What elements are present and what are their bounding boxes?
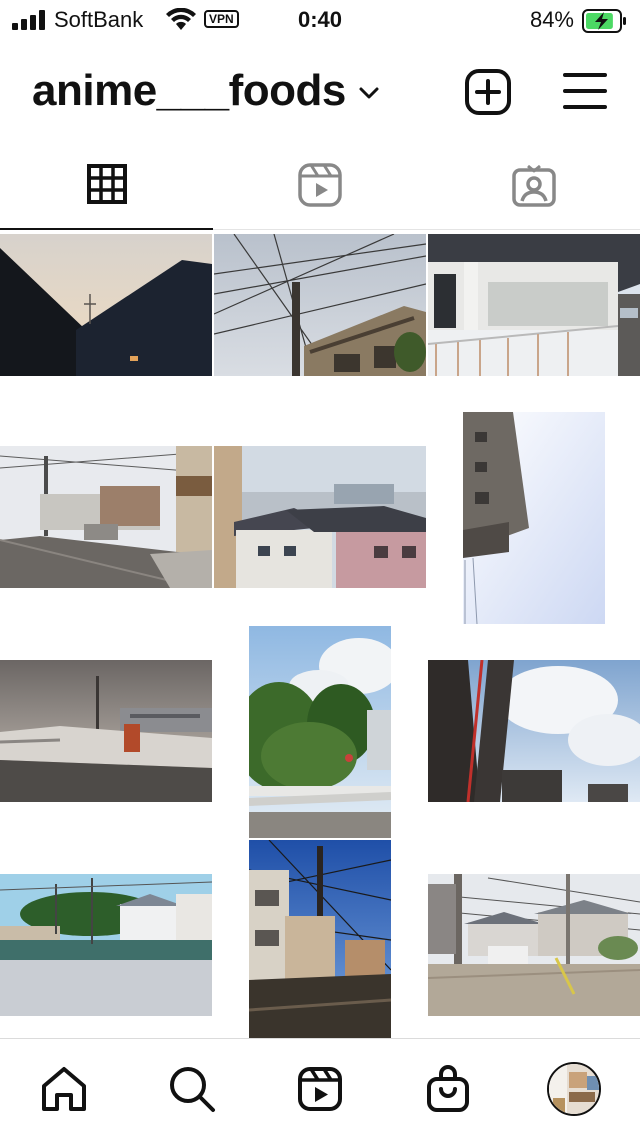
nav-home[interactable] — [36, 1061, 92, 1117]
tagged-icon — [511, 164, 556, 207]
battery-charging-icon — [582, 9, 626, 33]
post-thumbnail[interactable] — [428, 874, 640, 1016]
post-thumbnail[interactable] — [0, 660, 212, 802]
post-thumbnail[interactable] — [0, 874, 212, 1016]
tab-grid[interactable] — [0, 140, 213, 230]
tab-tagged[interactable] — [427, 140, 640, 230]
post-thumbnail[interactable] — [249, 840, 391, 1038]
tab-reels[interactable] — [213, 140, 426, 230]
post-thumbnail[interactable] — [0, 446, 212, 588]
new-post-button[interactable] — [464, 68, 512, 116]
search-icon — [170, 1067, 215, 1112]
chevron-down-icon — [359, 87, 379, 99]
username: anime___foods — [32, 66, 346, 115]
reels-icon — [297, 163, 342, 207]
status-bar: SoftBank VPN 0:40 84% — [0, 0, 640, 40]
new-post-icon — [465, 69, 511, 115]
post-thumbnail[interactable] — [428, 234, 640, 376]
profile-header: anime___foods — [0, 56, 640, 128]
menu-icon — [563, 73, 607, 109]
shopping-bag-icon — [427, 1065, 469, 1112]
battery-percent: 84% — [529, 7, 574, 32]
reels-icon — [298, 1067, 342, 1111]
home-icon — [42, 1067, 86, 1111]
nav-profile[interactable] — [546, 1061, 602, 1117]
account-switcher[interactable]: anime___foods — [32, 66, 380, 116]
profile-tabs — [0, 140, 640, 230]
post-thumbnail[interactable] — [249, 626, 391, 838]
post-thumbnail[interactable] — [0, 234, 212, 376]
avatar — [547, 1062, 601, 1116]
post-thumbnail[interactable] — [463, 412, 605, 624]
post-thumbnail[interactable] — [214, 234, 426, 376]
nav-search[interactable] — [164, 1061, 220, 1117]
bottom-navigation — [0, 1038, 640, 1136]
post-thumbnail[interactable] — [428, 660, 640, 802]
nav-reels[interactable] — [292, 1061, 348, 1117]
photo-grid — [0, 232, 640, 1038]
grid-icon — [86, 164, 127, 204]
post-thumbnail[interactable] — [214, 446, 426, 588]
menu-button[interactable] — [562, 70, 608, 112]
nav-shop[interactable] — [420, 1061, 476, 1117]
